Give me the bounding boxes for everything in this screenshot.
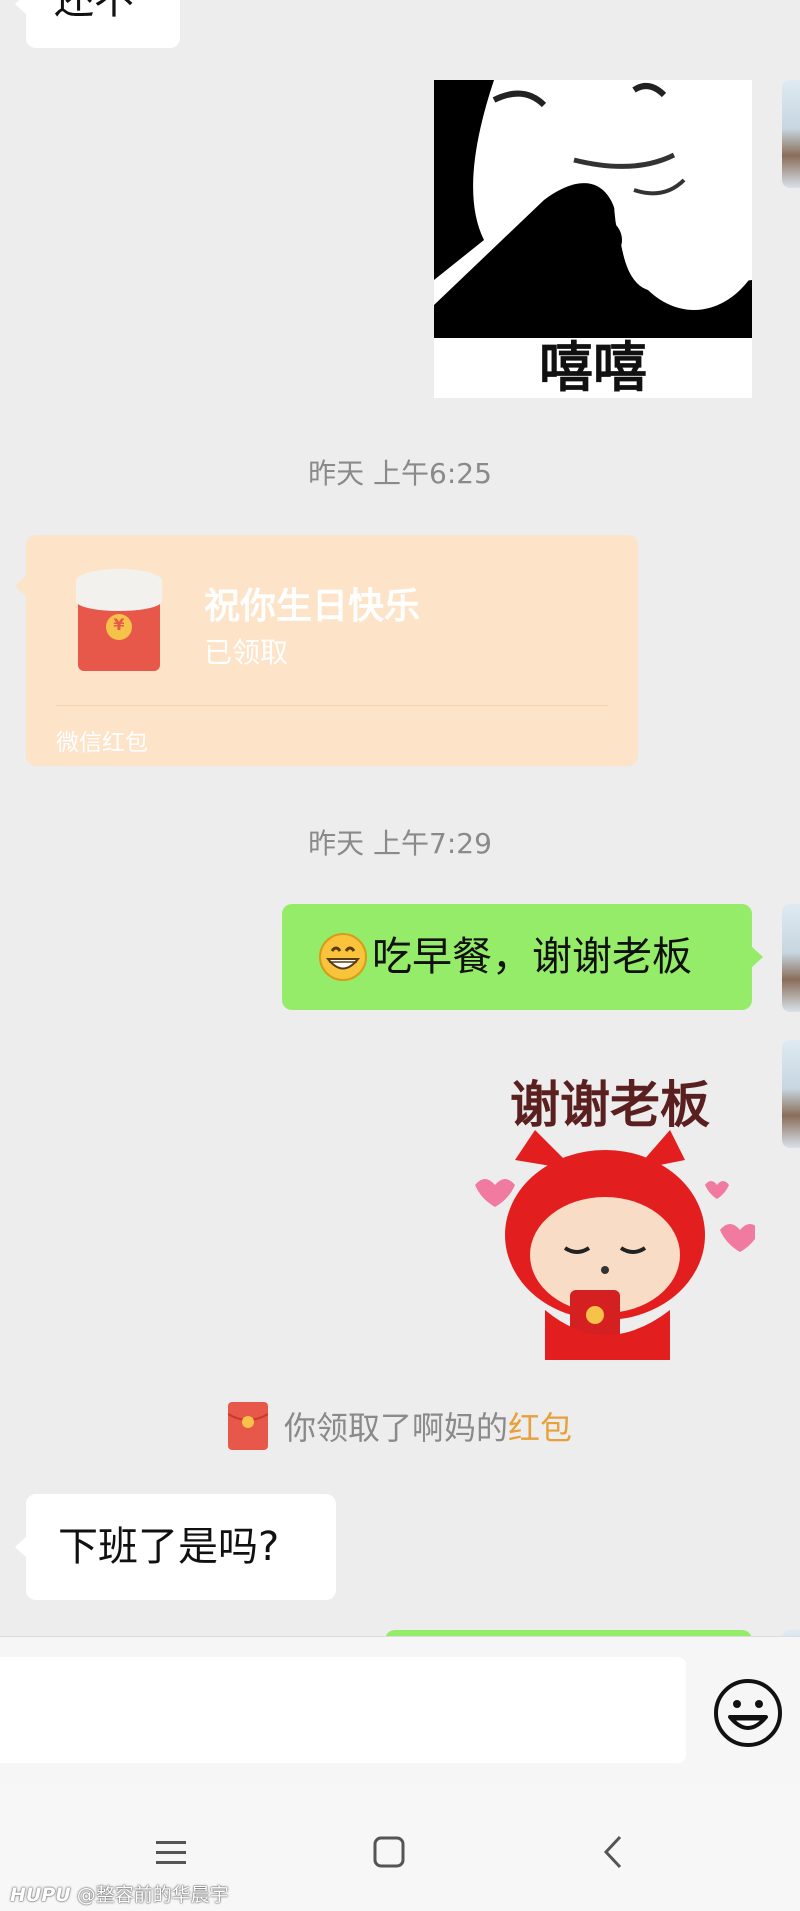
message-text: 还不 [54, 0, 134, 23]
red-packet-link[interactable]: 红包 [508, 1403, 572, 1449]
avatar[interactable] [782, 80, 800, 188]
emoji-button[interactable] [712, 1677, 784, 1749]
smiley-icon [714, 1679, 782, 1747]
back-button[interactable] [588, 1827, 638, 1877]
sticker-xixi[interactable]: 嘻嘻 [434, 80, 752, 398]
watermark-brand: HUPU [10, 1884, 71, 1906]
avatar[interactable] [782, 1040, 800, 1148]
sticker-caption: 嘻嘻 [539, 336, 647, 398]
grinning-face-icon [318, 932, 368, 982]
red-fox-image [475, 1130, 755, 1360]
home-button[interactable] [364, 1827, 414, 1877]
watermark-author: @整容前的华晨宇 [76, 1884, 229, 1906]
message-bubble-incoming[interactable]: 还不 [26, 0, 180, 48]
avatar[interactable] [782, 904, 800, 1012]
timestamp: 昨天 上午7:29 [308, 827, 492, 860]
message-text: 吃早餐，谢谢老板 [372, 934, 692, 980]
red-packet-mini-icon [227, 1402, 269, 1450]
red-packet-footer: 微信红包 [56, 730, 148, 756]
red-packet-status: 已领取 [204, 636, 289, 669]
message-input[interactable] [0, 1657, 686, 1763]
home-square-icon [373, 1836, 405, 1868]
red-envelope-icon: ¥ [76, 567, 162, 671]
sticker-caption: 谢谢老板 [510, 1075, 710, 1134]
message-text: 下班了是吗? [58, 1524, 280, 1570]
red-packet-greeting: 祝你生日快乐 [204, 586, 421, 627]
back-chevron-icon [603, 1835, 622, 1869]
watermark: HUPU @整容前的华晨宇 [10, 1880, 229, 1907]
sticker-thanks-boss[interactable]: 谢谢老板 [455, 1055, 755, 1360]
timestamp: 昨天 上午6:25 [308, 457, 492, 490]
notice-text: 你领取了啊妈的 [283, 1409, 508, 1447]
bubble-tail [15, 575, 27, 597]
message-bubble-incoming[interactable]: 下班了是吗? [26, 1494, 336, 1600]
menu-button[interactable] [146, 1827, 196, 1877]
chat-area[interactable]: 还不 嘻嘻 昨天 上午6:25 ¥ 祝你生日快乐 已领取 微信红包 昨天 上午7… [0, 0, 800, 1636]
yuan-symbol: ¥ [113, 615, 125, 634]
red-packet-card[interactable]: ¥ 祝你生日快乐 已领取 微信红包 [15, 535, 638, 766]
system-notice: 你领取了啊妈的 红包 [0, 1402, 800, 1450]
input-bar [0, 1636, 800, 1786]
message-bubble-outgoing[interactable]: 吃早餐，谢谢老板 [282, 904, 752, 1010]
divider [56, 705, 608, 706]
menu-icon [156, 1841, 186, 1864]
